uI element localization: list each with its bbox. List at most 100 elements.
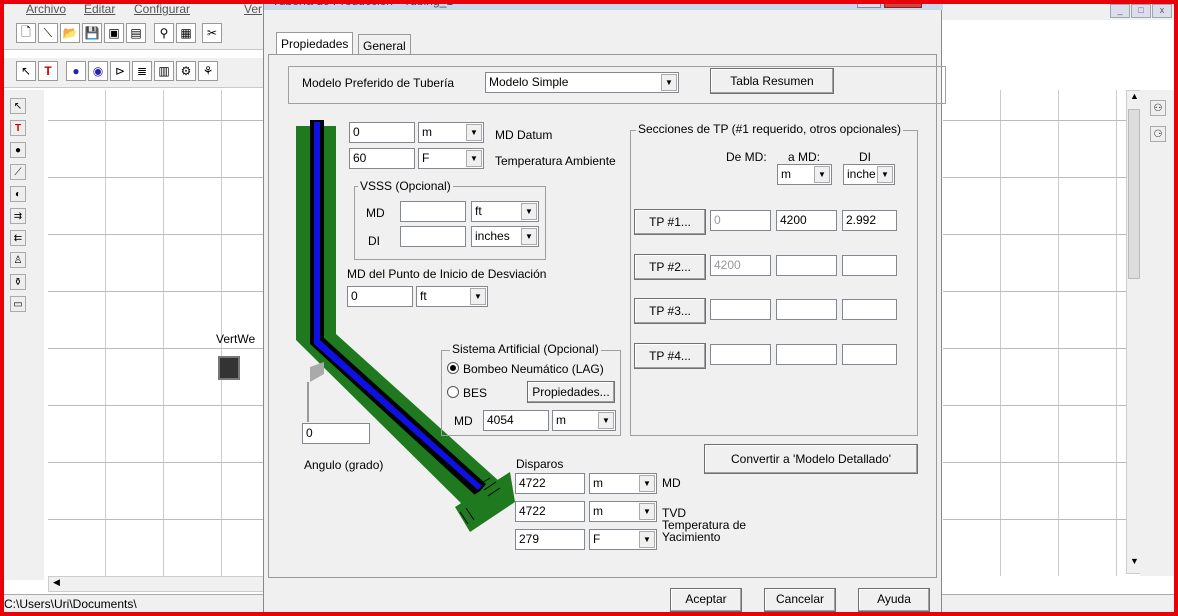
propiedades-button[interactable]: Propiedades... xyxy=(527,381,615,403)
network-icon[interactable]: ⚆ xyxy=(1150,126,1166,142)
tab-general[interactable]: General xyxy=(358,34,411,54)
cancelar-button[interactable]: Cancelar xyxy=(764,588,836,612)
well-symbol-icon[interactable] xyxy=(218,356,240,380)
minimize-icon[interactable]: _ xyxy=(1110,4,1130,18)
well-tool-icon[interactable]: ◐ xyxy=(10,186,26,202)
tp3-demd-input[interactable] xyxy=(710,299,771,320)
md-datum-unit-select[interactable]: m ▼ xyxy=(418,122,484,143)
text-icon[interactable]: T xyxy=(10,120,26,136)
pump-icon[interactable]: ⚙ xyxy=(176,61,196,81)
tp3-amd-input[interactable] xyxy=(776,299,837,320)
kickoff-unit-select[interactable]: ft ▼ xyxy=(416,286,488,307)
lag-label: Bombeo Neumático (LAG) xyxy=(463,362,604,376)
vsss-title: VSSS (Opcional) xyxy=(358,179,453,193)
temp-ambiente-input[interactable]: 60 xyxy=(349,148,415,169)
tp2-amd-input[interactable] xyxy=(776,255,837,276)
vsss-di-unit-select[interactable]: inches ▼ xyxy=(471,226,539,247)
dialog-close-icon[interactable] xyxy=(884,0,922,8)
tp2-di-input[interactable] xyxy=(842,255,897,276)
modelo-select[interactable]: Modelo Simple ▼ xyxy=(485,72,679,93)
tp2-demd-input[interactable]: 4200 xyxy=(710,255,771,276)
sistema-md-label: MD xyxy=(454,414,473,428)
vsss-md-input[interactable] xyxy=(400,201,466,222)
tp4-demd-input[interactable] xyxy=(710,344,771,365)
sistema-md-unit-select[interactable]: m ▼ xyxy=(552,410,616,431)
menu-configurar[interactable]: Configurar xyxy=(134,2,190,16)
tp1-button[interactable]: TP #1... xyxy=(634,209,706,235)
temp-yacimiento-input[interactable]: 279 xyxy=(515,529,585,550)
box-icon[interactable]: ▭ xyxy=(10,296,26,312)
sistema-title: Sistema Artificial (Opcional) xyxy=(450,342,601,356)
table-icon[interactable]: ▥ xyxy=(154,61,174,81)
disparos-tvd-unit-select[interactable]: m ▼ xyxy=(589,501,657,522)
binoculars-icon[interactable]: ⚲ xyxy=(154,23,174,43)
well-icon[interactable]: ◉ xyxy=(88,61,108,81)
lag-radio[interactable] xyxy=(447,362,459,374)
close-icon[interactable]: x xyxy=(1152,4,1172,18)
tp1-di-input[interactable]: 2.992 xyxy=(842,210,897,231)
kickoff-input[interactable]: 0 xyxy=(347,286,413,307)
open-folder-icon[interactable]: 📂 xyxy=(60,23,80,43)
line-tool-icon[interactable]: ⟍ xyxy=(38,23,58,43)
grid-icon[interactable]: ▦ xyxy=(176,23,196,43)
source-icon[interactable]: ● xyxy=(66,61,86,81)
angulo-input[interactable]: 0 xyxy=(302,423,370,444)
angulo-label: Angulo (grado) xyxy=(304,458,384,472)
tree-icon[interactable]: ⚇ xyxy=(1150,100,1166,116)
save-as-icon[interactable]: ▣ xyxy=(104,23,124,43)
flask-icon[interactable]: ⚱ xyxy=(10,274,26,290)
new-file-icon[interactable]: 🗋 xyxy=(16,23,36,43)
well-schematic xyxy=(296,120,515,532)
tp4-amd-input[interactable] xyxy=(776,344,837,365)
temp-yacimiento-unit-select[interactable]: F ▼ xyxy=(589,529,657,550)
link-icon[interactable]: ⟋ xyxy=(10,164,26,180)
injector-icon[interactable]: ⇉ xyxy=(10,208,26,224)
tp2-button[interactable]: TP #2... xyxy=(634,254,706,280)
pointer-icon[interactable]: ↖ xyxy=(16,61,36,81)
disparos-md-unit-select[interactable]: m ▼ xyxy=(589,473,657,494)
sistema-md-input[interactable]: 4054 xyxy=(483,410,549,431)
dialog-help-icon[interactable] xyxy=(857,0,881,8)
menu-archivo[interactable]: Archivo xyxy=(26,2,66,16)
aceptar-button[interactable]: Aceptar xyxy=(670,588,742,612)
chevron-down-icon: ▼ xyxy=(661,74,677,91)
secciones-md-unit-select[interactable]: m ▼ xyxy=(777,164,832,185)
maximize-icon[interactable]: □ xyxy=(1131,4,1151,18)
tp3-di-input[interactable] xyxy=(842,299,897,320)
bes-radio[interactable] xyxy=(447,386,459,398)
compressor-icon[interactable]: ⚘ xyxy=(198,61,218,81)
disparos-md-input[interactable]: 4722 xyxy=(515,473,585,494)
tab-propiedades[interactable]: Propiedades xyxy=(276,32,354,54)
vsss-group xyxy=(354,186,546,260)
network-canvas[interactable]: VertWe xyxy=(48,90,264,576)
network-canvas-right[interactable] xyxy=(943,90,1139,576)
text-tool-icon[interactable]: T xyxy=(38,61,58,81)
cut-icon[interactable]: ✂ xyxy=(202,23,222,43)
node-icon[interactable]: ● xyxy=(10,142,26,158)
producer-icon[interactable]: ⇇ xyxy=(10,230,26,246)
tp4-di-input[interactable] xyxy=(842,344,897,365)
tp1-amd-input[interactable]: 4200 xyxy=(776,210,837,231)
print-icon[interactable]: ▤ xyxy=(126,23,146,43)
save-icon[interactable]: 💾 xyxy=(82,23,102,43)
tp4-button[interactable]: TP #4... xyxy=(634,343,706,369)
secciones-di-unit-select[interactable]: inche ▼ xyxy=(843,164,895,185)
joint-icon[interactable]: ≣ xyxy=(132,61,152,81)
vsss-md-unit-select[interactable]: ft ▼ xyxy=(471,201,539,222)
tp1-demd-input[interactable]: 0 xyxy=(710,210,771,231)
horizontal-scrollbar[interactable]: ◀ xyxy=(48,576,264,592)
ayuda-button[interactable]: Ayuda xyxy=(858,588,930,612)
separator-icon[interactable]: ⊳ xyxy=(110,61,130,81)
tabla-resumen-button[interactable]: Tabla Resumen xyxy=(710,68,834,94)
md-datum-input[interactable]: 0 xyxy=(349,122,415,143)
menu-ver[interactable]: Ver xyxy=(244,2,262,16)
convertir-button[interactable]: Convertir a 'Modelo Detallado' xyxy=(704,444,918,474)
disparos-tvd-input[interactable]: 4722 xyxy=(515,501,585,522)
temp-ambiente-unit-select[interactable]: F ▼ xyxy=(418,148,484,169)
vsss-di-input[interactable] xyxy=(400,226,466,247)
dialog-title: Tubería de Producción - Tubing_1 xyxy=(272,0,454,8)
person-icon[interactable]: ♙ xyxy=(10,252,26,268)
select-icon[interactable]: ↖ xyxy=(10,98,26,114)
menu-editar[interactable]: Editar xyxy=(84,2,115,16)
tp3-button[interactable]: TP #3... xyxy=(634,298,706,324)
